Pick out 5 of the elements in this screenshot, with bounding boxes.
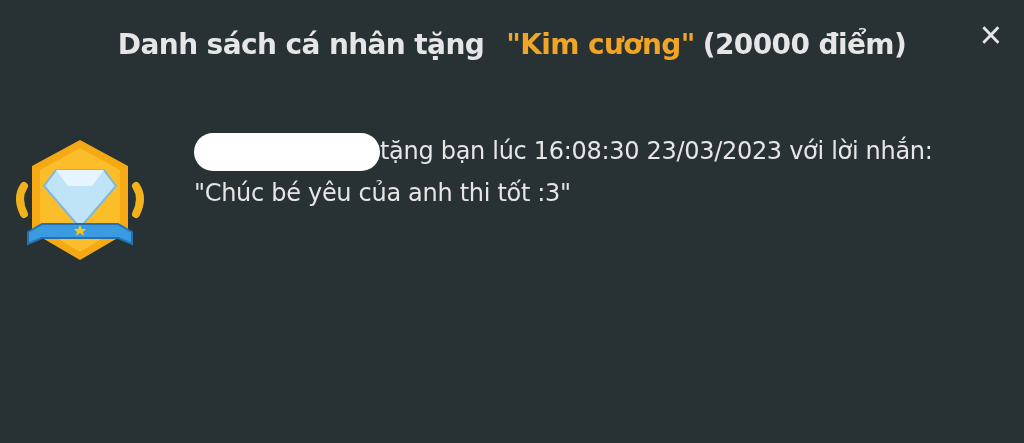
- close-button[interactable]: ×: [975, 16, 1006, 54]
- gift-name: "Kim cương": [506, 28, 695, 63]
- dialog-title: Danh sách cá nhân tặng: [117, 28, 485, 63]
- points-text: (20000 điểm): [702, 28, 907, 63]
- gift-message: tặng bạn lúc 16:08:30 23/03/2023 với lời nhắn: "Chúc bé yêu của anh thi tốt :3": [194, 130, 939, 214]
